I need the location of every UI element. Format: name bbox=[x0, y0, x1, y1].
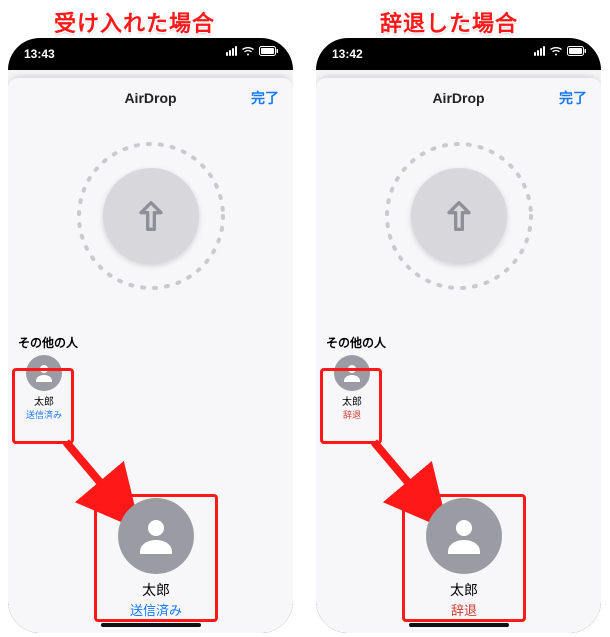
nav-title: AirDrop bbox=[432, 90, 484, 106]
done-button[interactable]: 完了 bbox=[251, 88, 279, 108]
dotted-ring bbox=[379, 136, 539, 296]
upload-area bbox=[316, 136, 601, 296]
airdrop-sheet: AirDrop 完了 その他の人 太郎 辞退 bbox=[316, 78, 601, 633]
home-indicator[interactable] bbox=[101, 623, 201, 627]
annotation-highlight-large bbox=[402, 494, 526, 622]
status-icons bbox=[534, 46, 587, 56]
section-other-people: その他の人 bbox=[316, 326, 601, 355]
battery-icon bbox=[259, 46, 279, 56]
notch bbox=[91, 38, 211, 60]
upload-area bbox=[8, 136, 293, 296]
screen: 13:43 AirDrop 完了 bbox=[8, 38, 293, 633]
dotted-ring bbox=[71, 136, 231, 296]
status-time: 13:42 bbox=[332, 47, 363, 61]
phone-right: 13:42 AirDrop 完了 bbox=[316, 38, 601, 633]
navbar: AirDrop 完了 bbox=[8, 78, 293, 118]
done-button[interactable]: 完了 bbox=[559, 88, 587, 108]
cellular-icon bbox=[534, 46, 545, 56]
annotation-highlight-small bbox=[12, 368, 74, 444]
nav-title: AirDrop bbox=[124, 90, 176, 106]
airdrop-sheet: AirDrop 完了 その他の人 太郎 送信済み bbox=[8, 78, 293, 633]
screen: 13:42 AirDrop 完了 bbox=[316, 38, 601, 633]
section-other-people: その他の人 bbox=[8, 326, 293, 355]
caption-accepted: 受け入れた場合 bbox=[54, 6, 215, 38]
navbar: AirDrop 完了 bbox=[316, 78, 601, 118]
cellular-icon bbox=[226, 46, 237, 56]
caption-declined: 辞退した場合 bbox=[380, 6, 518, 38]
annotation-highlight-small bbox=[320, 368, 382, 444]
status-time: 13:43 bbox=[24, 47, 55, 61]
notch bbox=[399, 38, 519, 60]
annotation-highlight-large bbox=[94, 494, 218, 622]
status-icons bbox=[226, 46, 279, 56]
battery-icon bbox=[567, 46, 587, 56]
wifi-icon bbox=[241, 46, 255, 56]
phone-left: 13:43 AirDrop 完了 bbox=[8, 38, 293, 633]
wifi-icon bbox=[549, 46, 563, 56]
home-indicator[interactable] bbox=[409, 623, 509, 627]
